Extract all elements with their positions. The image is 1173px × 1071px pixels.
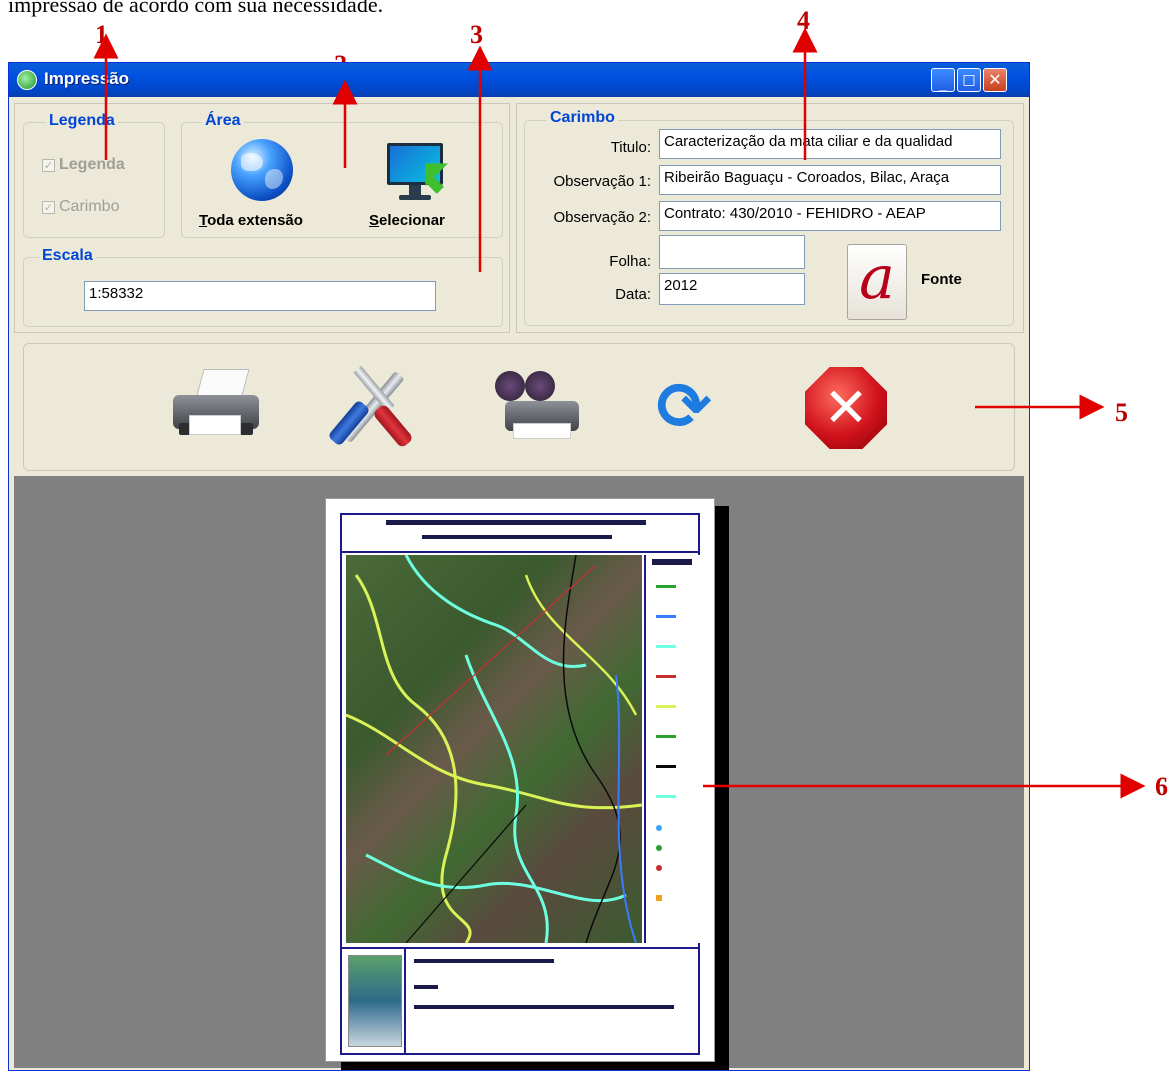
map-legend xyxy=(644,555,700,943)
tools-icon xyxy=(327,359,419,451)
folha-input[interactable] xyxy=(659,235,805,269)
annotation-4: 4 xyxy=(797,6,810,35)
annotation-5: 5 xyxy=(1115,398,1128,427)
page-stamp xyxy=(342,947,698,1055)
observacao-1-label: Observação 1: xyxy=(553,173,651,190)
annotation-3: 3 xyxy=(470,20,483,49)
print-preview-icon xyxy=(487,363,587,449)
legenda-checkbox-label: Legenda xyxy=(59,156,125,173)
escala-input[interactable]: 1:58332 xyxy=(84,281,436,311)
selecionar-label: Selecionar xyxy=(369,212,445,229)
observacao-2-label: Observação 2: xyxy=(553,209,651,226)
font-a-icon: a xyxy=(859,243,895,313)
maximize-button[interactable]: □ xyxy=(957,68,981,92)
preview-page xyxy=(325,498,715,1062)
globe-icon xyxy=(231,139,293,201)
observacao-2-input[interactable]: Contrato: 430/2010 - FEHIDRO - AEAP xyxy=(659,201,1001,231)
carimbo-checkbox[interactable]: ✓ xyxy=(42,201,55,214)
legenda-group xyxy=(23,122,165,238)
page-frame xyxy=(340,513,700,1055)
selecionar-button[interactable]: Selecionar xyxy=(361,131,481,239)
carimbo-group-title: Carimbo xyxy=(547,109,618,127)
checkmark-icon: ✓ xyxy=(43,201,54,214)
caption-text: impressão de acordo com sua necessidade. xyxy=(8,0,384,17)
legenda-group-title: Legenda xyxy=(46,112,118,130)
toda-extensao-button[interactable]: Toda extensão xyxy=(199,131,339,239)
carimbo-checkbox-label: Carimbo xyxy=(59,198,120,215)
cancel-button[interactable]: ✕ xyxy=(805,367,887,449)
annotation-1: 1 xyxy=(95,20,108,49)
refresh-icon: ⟳ xyxy=(656,368,712,445)
observacao-1-input[interactable]: Ribeirão Baguaçu - Coroados, Bilac, Araç… xyxy=(659,165,1001,195)
print-preview-button[interactable] xyxy=(487,363,587,449)
titulo-input[interactable]: Caracterização da mata ciliar e da quali… xyxy=(659,129,1001,159)
close-icon: ✕ xyxy=(988,70,1002,89)
minimize-button[interactable]: _ xyxy=(931,68,955,92)
window-title: Impressão xyxy=(44,69,130,88)
app-icon xyxy=(17,70,37,90)
escala-group-title: Escala xyxy=(39,247,96,265)
fonte-label: Fonte xyxy=(921,271,962,288)
title-bar[interactable]: Impressão _ □ ✕ xyxy=(9,63,1029,97)
maximize-icon: □ xyxy=(962,72,976,88)
data-input[interactable]: 2012 xyxy=(659,273,805,305)
toda-extensao-label: Toda extensão xyxy=(199,212,303,229)
page-header xyxy=(342,515,698,553)
printer-icon xyxy=(159,363,269,449)
area-group-title: Área xyxy=(202,112,244,130)
data-label: Data: xyxy=(615,286,651,303)
print-preview-area[interactable] xyxy=(14,476,1024,1070)
legenda-checkbox[interactable]: ✓ xyxy=(42,159,55,172)
cancel-icon: ✕ xyxy=(805,367,887,449)
font-button[interactable]: a xyxy=(847,244,907,320)
folha-label: Folha: xyxy=(609,253,651,270)
monitor-select-icon xyxy=(385,141,448,205)
minimize-icon: _ xyxy=(939,73,947,92)
titulo-label: Titulo: xyxy=(610,139,651,156)
print-window: Impressão _ □ ✕ Legenda ✓ Legenda ✓ Cari… xyxy=(8,62,1030,1071)
refresh-button[interactable]: ⟳ xyxy=(655,369,713,445)
annotation-6: 6 xyxy=(1155,772,1168,801)
print-button[interactable] xyxy=(159,363,269,449)
map-image xyxy=(346,555,642,943)
settings-button[interactable] xyxy=(327,359,419,451)
close-button[interactable]: ✕ xyxy=(983,68,1007,92)
checkmark-icon: ✓ xyxy=(43,159,54,172)
